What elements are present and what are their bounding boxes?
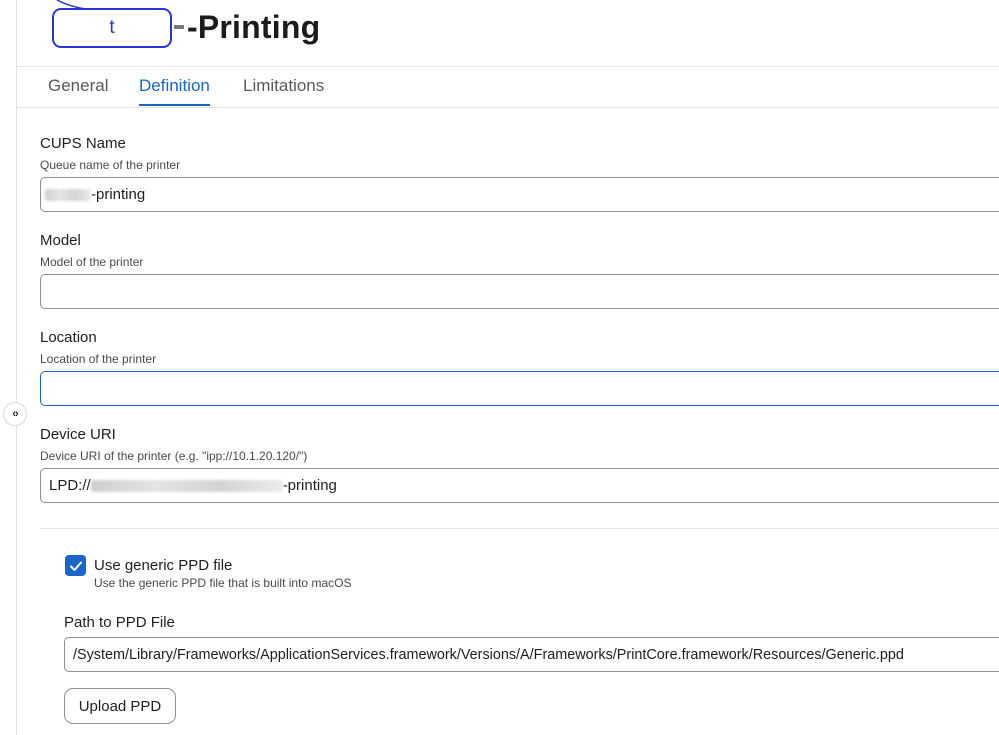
device-uri-label: Device URI [40,426,116,443]
ppd-path-value: /System/Library/Frameworks/ApplicationSe… [73,646,904,663]
redacted-text [45,188,91,201]
ppd-path-label: Path to PPD File [64,614,175,631]
model-input[interactable] [40,274,999,309]
location-input[interactable] [40,371,999,406]
device-uri-prefix: LPD:// [49,477,91,494]
redacted-text [90,479,283,492]
model-help: Model of the printer [40,255,144,269]
page: ‹› t -Printing General Definition Limita… [0,0,999,735]
location-label: Location [40,329,97,346]
location-help: Location of the printer [40,352,157,366]
model-label: Model [40,232,81,249]
tab-general[interactable]: General [48,76,108,104]
device-uri-input[interactable]: LPD:// -printing [40,468,999,503]
ppd-path-input[interactable]: /System/Library/Frameworks/ApplicationSe… [64,637,999,672]
generic-ppd-help: Use the generic PPD file that is built i… [94,576,352,590]
page-header: t -Printing [17,0,999,67]
cups-name-input[interactable]: -printing [40,177,999,212]
sidebar-divider [16,0,17,735]
device-uri-suffix: -printing [282,477,337,494]
redaction-mark: t [109,17,115,38]
cups-name-help: Queue name of the printer [40,158,181,172]
section-divider [40,528,999,529]
sidebar-toggle-icon[interactable]: ‹› [3,402,27,426]
generic-ppd-checkbox[interactable] [65,555,86,576]
checkmark-icon [69,561,82,571]
redaction-box: t [52,8,172,48]
tab-bar: General Definition Limitations [17,66,999,108]
tab-definition[interactable]: Definition [139,76,210,106]
cups-name-value: -printing [91,186,146,203]
generic-ppd-label[interactable]: Use generic PPD file [94,557,232,574]
upload-ppd-button[interactable]: Upload PPD [64,688,176,724]
device-uri-help: Device URI of the printer (e.g. "ipp://1… [40,449,308,463]
page-title: -Printing [187,9,321,45]
tab-limitations[interactable]: Limitations [243,76,324,104]
cups-name-label: CUPS Name [40,135,126,152]
redacted-name-dash [174,25,184,29]
